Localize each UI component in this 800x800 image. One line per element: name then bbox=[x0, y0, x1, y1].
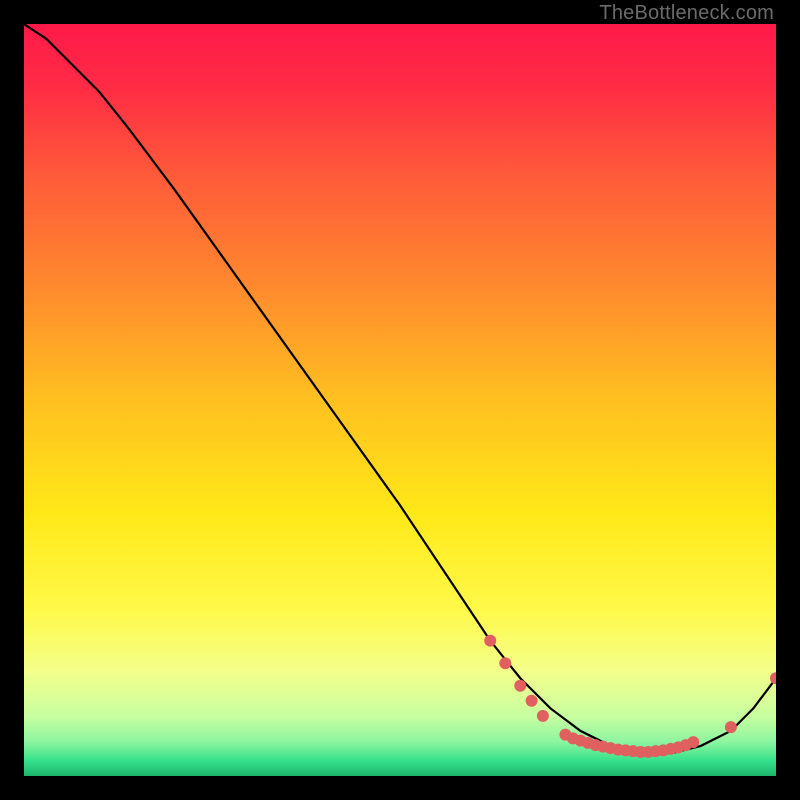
data-marker bbox=[514, 680, 526, 692]
watermark-text: TheBottleneck.com bbox=[599, 2, 774, 25]
chart-frame bbox=[24, 24, 776, 776]
data-marker bbox=[526, 695, 538, 707]
data-marker bbox=[687, 736, 699, 748]
gradient-background bbox=[24, 24, 776, 776]
chart-plot bbox=[24, 24, 776, 776]
data-marker bbox=[499, 657, 511, 669]
data-marker bbox=[537, 710, 549, 722]
data-marker bbox=[484, 635, 496, 647]
data-marker bbox=[725, 721, 737, 733]
